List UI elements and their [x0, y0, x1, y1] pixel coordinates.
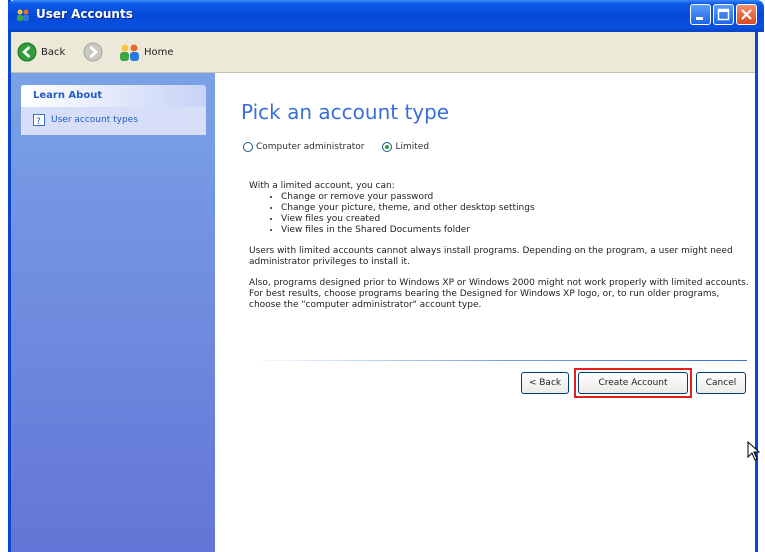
home-button[interactable]: Home	[119, 41, 174, 63]
forward-arrow-icon	[83, 42, 103, 62]
maximize-icon	[717, 8, 730, 21]
home-users-icon	[120, 44, 139, 61]
description-paragraph-1: Users with limited accounts cannot alway…	[249, 246, 733, 267]
description-paragraph-2: Also, programs designed prior to Windows…	[249, 278, 749, 310]
account-type-options: Computer administrator Limited	[243, 142, 429, 152]
user-account-types-link[interactable]: ? User account types	[33, 114, 138, 126]
svg-text:?: ?	[36, 117, 41, 126]
main-content: Pick an account type Computer administra…	[215, 73, 761, 552]
learn-about-panel: Learn About ? User account types	[21, 85, 206, 135]
back-button[interactable]: Back	[17, 41, 65, 63]
capability-item: View files in the Shared Documents folde…	[281, 225, 749, 236]
maximize-button[interactable]	[713, 4, 734, 25]
capability-item: Change or remove your password	[281, 192, 749, 203]
user-account-types-label: User account types	[51, 115, 138, 125]
radio-label-limited[interactable]: Limited	[395, 142, 429, 152]
user-accounts-window: User Accounts Back Home Learn About ? Us…	[8, 0, 764, 552]
radio-limited[interactable]	[382, 142, 393, 152]
toolbar: Back Home	[11, 32, 755, 73]
back-label: Back	[41, 46, 66, 58]
back-nav-button[interactable]: < Back	[521, 372, 569, 394]
back-arrow-icon	[17, 42, 37, 62]
radio-computer-administrator[interactable]	[243, 142, 253, 152]
account-type-description: With a limited account, you can: Change …	[249, 181, 749, 311]
title-bar[interactable]: User Accounts	[8, 0, 764, 32]
user-accounts-app-icon	[17, 9, 29, 21]
help-icon: ?	[33, 114, 45, 126]
section-divider	[249, 360, 747, 361]
minimize-icon	[696, 17, 703, 20]
capability-item: View files you created	[281, 214, 749, 225]
description-intro: With a limited account, you can:	[249, 181, 395, 191]
mouse-pointer-icon	[747, 441, 761, 461]
close-icon	[741, 9, 752, 20]
radio-label-computer-administrator[interactable]: Computer administrator	[256, 142, 364, 152]
cancel-button[interactable]: Cancel	[696, 372, 746, 394]
forward-button[interactable]	[83, 41, 103, 63]
capability-item: Change your picture, theme, and other de…	[281, 203, 749, 214]
page-title: Pick an account type	[241, 100, 450, 124]
create-account-button[interactable]: Create Account	[578, 372, 688, 394]
capability-list: Change or remove your password Change yo…	[267, 192, 749, 236]
learn-about-title: Learn About	[33, 90, 103, 101]
home-label: Home	[144, 46, 174, 58]
window-title: User Accounts	[36, 7, 133, 21]
minimize-button[interactable]	[690, 4, 711, 25]
task-sidebar: Learn About ? User account types	[11, 73, 215, 552]
close-button[interactable]	[736, 4, 757, 25]
learn-about-header: Learn About	[21, 85, 206, 107]
